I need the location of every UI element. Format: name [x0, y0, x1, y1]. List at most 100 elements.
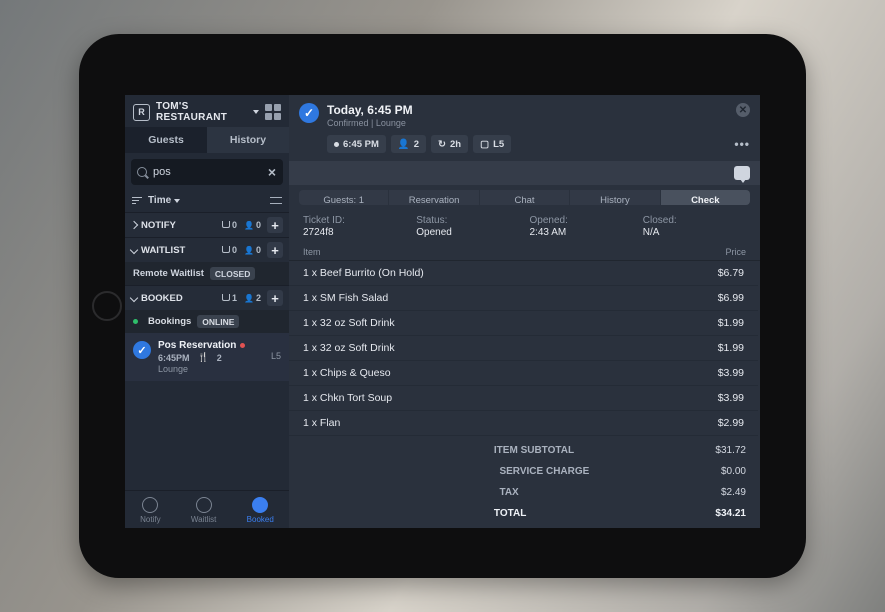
- chip-party[interactable]: 👤2: [391, 135, 426, 153]
- seg-reservation[interactable]: Reservation: [389, 190, 479, 205]
- notify-seated-count: 0: [222, 220, 237, 230]
- reservation-area: Lounge: [158, 364, 264, 374]
- floor-plan-icon[interactable]: [265, 104, 281, 120]
- bottom-nav: Notify Waitlist Booked: [125, 490, 289, 528]
- nav-waitlist-label: Waitlist: [191, 515, 216, 524]
- reservation-table: L5: [271, 351, 281, 361]
- restaurant-name: TOM'S RESTAURANT: [156, 101, 250, 123]
- waitlist-party-count: 0: [244, 245, 261, 255]
- check-totals: ITEM SUBTOTAL$31.72 SERVICE CHARGE$0.00 …: [289, 436, 760, 528]
- waitlist-seated-count: 0: [222, 245, 237, 255]
- total-value: $34.21: [715, 508, 746, 519]
- seg-chat[interactable]: Chat: [480, 190, 570, 205]
- chat-bar[interactable]: [289, 161, 760, 185]
- status-check-icon: ✓: [133, 341, 151, 359]
- add-booked-button[interactable]: +: [267, 290, 283, 306]
- total-label: TOTAL: [494, 508, 716, 519]
- status-value: Opened: [416, 227, 519, 238]
- remote-waitlist-label: Remote Waitlist: [133, 268, 204, 279]
- time-filter-label: Time: [148, 195, 171, 206]
- clear-search-icon[interactable]: ×: [268, 165, 276, 179]
- seg-history[interactable]: History: [570, 190, 660, 205]
- notify-party-count: 0: [244, 220, 261, 230]
- chip-time[interactable]: 6:45 PM: [327, 135, 386, 153]
- search-icon: [137, 167, 147, 177]
- brand-logo[interactable]: R: [133, 104, 150, 121]
- chevron-down-icon: [130, 246, 138, 254]
- dining-icon: 🍴: [198, 352, 209, 363]
- status-check-icon: ✓: [299, 103, 319, 123]
- nav-notify[interactable]: Notify: [140, 497, 160, 524]
- reservation-header-title: Today, 6:45 PM: [327, 103, 413, 117]
- reservation-time: 6:45PM: [158, 353, 190, 363]
- close-panel-button[interactable]: ✕: [736, 103, 750, 117]
- nav-booked-label: Booked: [247, 515, 274, 524]
- section-waitlist[interactable]: WAITLIST 0 0 +: [125, 237, 289, 262]
- status-label: Status:: [416, 215, 519, 226]
- sidebar: R TOM'S RESTAURANT Guests History × T: [125, 95, 289, 528]
- section-notify-label: NOTIFY: [141, 220, 176, 231]
- section-waitlist-label: WAITLIST: [141, 245, 185, 256]
- add-notify-button[interactable]: +: [267, 217, 283, 233]
- opened-value: 2:43 AM: [530, 227, 633, 238]
- bookings-status-row: Bookings ONLINE: [125, 310, 289, 333]
- person-icon: 👤: [398, 139, 410, 150]
- tax-label: TAX: [499, 487, 721, 498]
- booked-icon: [252, 497, 268, 513]
- opened-label: Opened:: [530, 215, 633, 226]
- main-panel: ✓ Today, 6:45 PM Confirmed | Lounge ✕ 6:…: [289, 95, 760, 528]
- ticket-id-label: Ticket ID:: [303, 215, 406, 226]
- clock-icon: [334, 142, 339, 147]
- check-item-row: 1 x Beef Burrito (On Hold)$6.79: [289, 261, 758, 286]
- filter-sliders-icon[interactable]: [270, 196, 282, 206]
- section-booked-label: BOOKED: [141, 293, 183, 304]
- tablet-home-button[interactable]: [92, 291, 122, 321]
- reservation-list-item[interactable]: ✓ Pos Reservation 6:45PM 🍴 2 Lounge L5: [125, 333, 289, 381]
- search-input[interactable]: [131, 159, 283, 185]
- chat-icon: [734, 166, 750, 180]
- tab-history[interactable]: History: [207, 127, 289, 153]
- booked-party-count: 2: [244, 293, 261, 303]
- subtotal-value: $31.72: [715, 445, 746, 456]
- seg-check[interactable]: Check: [661, 190, 750, 205]
- more-actions-button[interactable]: •••: [734, 137, 750, 151]
- bookings-label: Bookings: [148, 316, 191, 327]
- time-filter-dropdown[interactable]: Time: [148, 195, 180, 206]
- check-item-row: 1 x Chips & Queso$3.99: [289, 361, 758, 386]
- notify-icon: [142, 497, 158, 513]
- nav-waitlist[interactable]: Waitlist: [191, 497, 216, 524]
- closed-label: Closed:: [643, 215, 746, 226]
- nav-booked[interactable]: Booked: [247, 497, 274, 524]
- sort-icon[interactable]: [132, 197, 142, 205]
- check-item-row: 1 x 32 oz Soft Drink$1.99: [289, 311, 758, 336]
- tax-value: $2.49: [721, 487, 746, 498]
- nav-notify-label: Notify: [140, 515, 160, 524]
- online-dot-icon: [133, 319, 138, 324]
- waitlist-icon: [196, 497, 212, 513]
- restaurant-picker[interactable]: TOM'S RESTAURANT: [156, 101, 259, 123]
- seg-guests[interactable]: Guests: 1: [299, 190, 389, 205]
- ticket-info: Ticket ID:2724f8 Status:Opened Opened:2:…: [289, 205, 760, 244]
- section-notify[interactable]: NOTIFY 0 0 +: [125, 212, 289, 237]
- ticket-id-value: 2724f8: [303, 227, 406, 238]
- segment-tabs: Guests: 1 Reservation Chat History Check: [299, 190, 750, 205]
- chip-table[interactable]: ▢L5: [473, 135, 511, 153]
- alert-dot-icon: [240, 343, 245, 348]
- check-item-row: 1 x 32 oz Soft Drink$1.99: [289, 336, 758, 361]
- app-screen: R TOM'S RESTAURANT Guests History × T: [125, 95, 760, 528]
- table-icon: ▢: [480, 139, 489, 150]
- col-item: Item: [303, 247, 321, 257]
- col-price: Price: [725, 247, 746, 257]
- chevron-down-icon: [130, 294, 138, 302]
- subtotal-label: ITEM SUBTOTAL: [494, 445, 716, 456]
- reservation-party: 2: [217, 353, 222, 363]
- tab-guests[interactable]: Guests: [125, 127, 207, 153]
- section-booked[interactable]: BOOKED 1 2 +: [125, 285, 289, 310]
- check-item-row: 1 x Flan$2.99: [289, 411, 758, 436]
- bookings-status-badge: ONLINE: [197, 315, 239, 328]
- chip-duration[interactable]: ↻2h: [431, 135, 468, 153]
- refresh-icon: ↻: [438, 139, 446, 150]
- chevron-down-icon: [174, 199, 180, 203]
- reservation-title: Pos Reservation: [158, 340, 236, 351]
- add-waitlist-button[interactable]: +: [267, 242, 283, 258]
